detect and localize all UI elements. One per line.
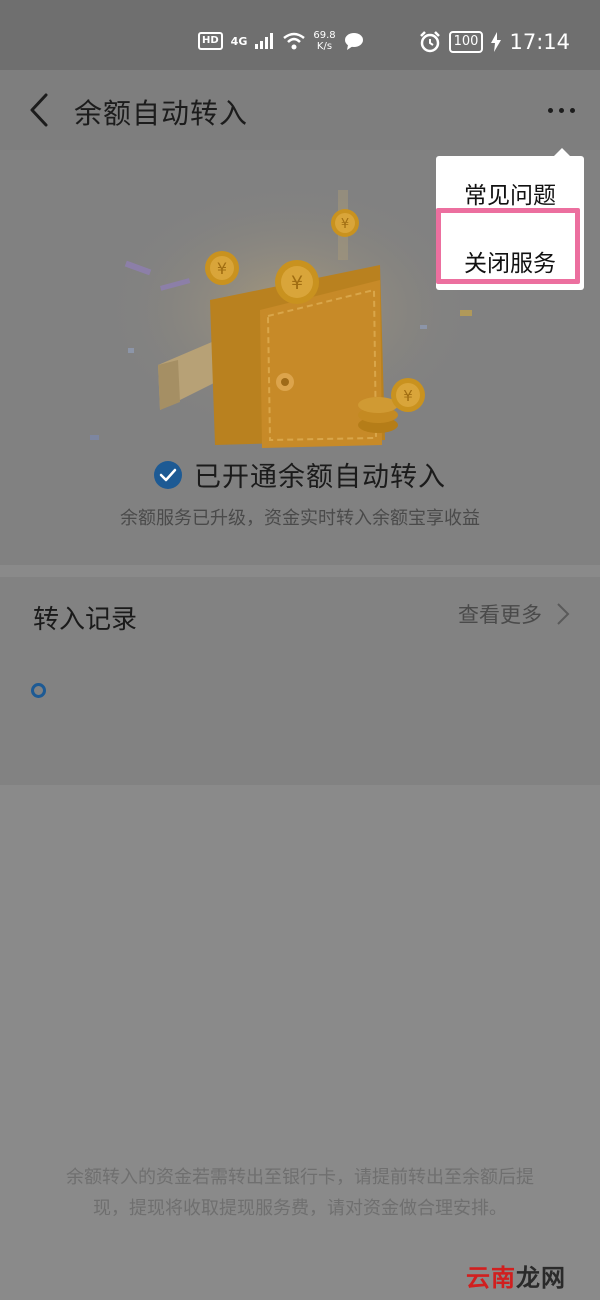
service-status: 已开通余额自动转入	[0, 455, 600, 494]
svg-text:¥: ¥	[291, 272, 303, 294]
svg-text:¥: ¥	[217, 259, 227, 278]
network-label: 4G	[230, 34, 248, 48]
status-right: 100 17:14	[419, 30, 570, 54]
service-status-text: 已开通余额自动转入	[194, 462, 446, 493]
more-button[interactable]	[542, 96, 580, 124]
message-icon	[344, 33, 363, 50]
view-more-label: 查看更多	[458, 603, 542, 627]
watermark-part1: 云南	[466, 1264, 516, 1292]
loading-spinner-icon	[31, 683, 46, 698]
service-subtext: 余额服务已升级，资金实时转入余额宝享收益	[120, 508, 480, 529]
back-button[interactable]	[26, 92, 56, 128]
net-speed-value: 69.8	[313, 30, 336, 41]
clock: 17:14	[509, 30, 570, 54]
svg-text:¥: ¥	[403, 387, 413, 405]
transfer-records: 转入记录 查看更多	[0, 577, 600, 785]
popup-arrow	[554, 148, 570, 156]
watermark-part2: 龙网	[516, 1264, 566, 1292]
site-watermark: 云南龙网	[466, 1258, 566, 1293]
more-horizontal-icon	[547, 107, 553, 113]
highlight-box	[436, 208, 580, 284]
battery-level: 100	[448, 31, 484, 53]
chevron-left-icon	[30, 93, 48, 127]
wifi-icon	[283, 32, 306, 50]
signal-icon	[255, 33, 274, 49]
status-bar: HD 4G 69.8 K/s 100 17:14	[0, 0, 600, 70]
nav-header: 余额自动转入	[0, 70, 600, 150]
hd-badge: HD	[198, 32, 223, 50]
net-speed: 69.8 K/s	[313, 30, 335, 52]
chevron-right-icon	[557, 603, 570, 625]
net-speed-unit: K/s	[316, 41, 333, 52]
disclaimer-text: 余额转入的资金若需转出至银行卡，请提前转出至余额后提现，提现将收取提现服务费，请…	[66, 1167, 534, 1219]
page-title: 余额自动转入	[74, 97, 249, 130]
check-circle-icon	[154, 460, 182, 489]
records-title: 转入记录	[33, 605, 138, 635]
charging-icon	[491, 32, 502, 52]
menu-item-faq[interactable]: 常见问题	[436, 176, 584, 210]
view-more-link[interactable]: 查看更多	[458, 599, 570, 629]
alarm-icon	[419, 31, 440, 53]
svg-text:¥: ¥	[341, 217, 349, 232]
status-left: HD 4G 69.8 K/s	[198, 30, 364, 52]
